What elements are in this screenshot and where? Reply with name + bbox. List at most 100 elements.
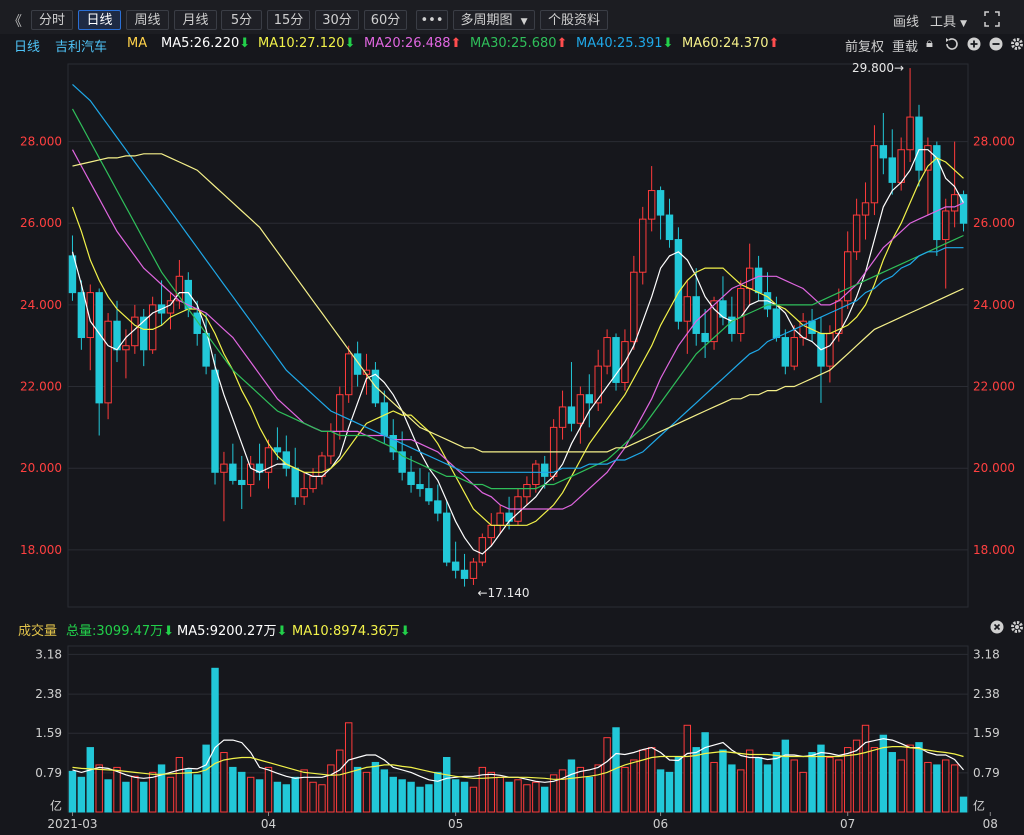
arrow-up-icon: ⬆ — [768, 36, 780, 51]
x-tick-label: 2021-03 — [47, 817, 97, 831]
more-button[interactable]: ••• — [416, 10, 448, 30]
volume-title: 成交量 — [18, 624, 58, 639]
lock-icon[interactable]: 🔒︎ — [926, 36, 933, 51]
tab-period-7[interactable]: 60分 — [364, 10, 407, 30]
candle-body — [754, 267, 763, 294]
tools-dropdown[interactable]: 工具 ▼ — [930, 11, 967, 30]
candle-body — [122, 345, 130, 351]
candle — [621, 329, 629, 391]
candle-body — [469, 561, 478, 579]
candle — [630, 255, 638, 350]
remove-circle-icon[interactable] — [989, 37, 1003, 51]
volume-bar — [184, 769, 193, 813]
candle — [327, 423, 335, 465]
candle — [558, 390, 567, 440]
candle-body — [140, 316, 148, 351]
candle — [113, 300, 121, 363]
y-tick-label-right: 1.59 — [973, 726, 1000, 740]
tab-period-0[interactable]: 分时 — [31, 10, 73, 30]
tab-period-5[interactable]: 15分 — [267, 10, 310, 30]
candle-body — [665, 214, 674, 241]
ma-legend-item: MA5:26.220⬇ — [161, 36, 250, 51]
volume-bar — [906, 744, 914, 813]
multi-period-dropdown[interactable]: 多周期图 ▼ — [453, 10, 535, 30]
volume-bar — [710, 761, 718, 813]
y-unit-label: 亿 — [50, 798, 62, 813]
candle-body — [683, 296, 692, 322]
volume-bar — [166, 776, 175, 813]
candle-body — [434, 500, 442, 514]
adjust-button[interactable]: 前复权 — [845, 36, 884, 55]
candle — [692, 268, 700, 346]
tab-period-4[interactable]: 5分 — [221, 10, 262, 30]
volume-bar — [942, 759, 950, 813]
volume-bar — [416, 786, 424, 813]
arrow-down-icon: ⬇ — [399, 624, 411, 639]
y-tick-label: 0.79 — [35, 766, 62, 780]
volume-chart[interactable]: 3.18 3.18 2.38 2.38 1.59 1.59 0.79 0.79 亿 亿 2021-0… — [0, 638, 1024, 835]
candle-body — [211, 369, 219, 473]
gear-icon[interactable] — [1010, 619, 1024, 635]
price-chart[interactable]: 28.000 28.000 26.000 26.000 24.000 24.000 22.0… — [0, 54, 1024, 614]
candle-body — [870, 145, 879, 204]
expand-icon[interactable] — [984, 11, 1000, 27]
candle-body — [523, 484, 531, 498]
candle — [95, 288, 103, 436]
candle — [906, 68, 914, 162]
volume-bar — [692, 747, 700, 813]
candle-body — [380, 402, 389, 437]
undo-icon[interactable] — [945, 37, 959, 51]
candle-body — [193, 312, 201, 334]
candle — [318, 451, 326, 485]
draw-line-button[interactable]: 画线 — [893, 11, 919, 30]
ma-legend-label: MA40:25.391 — [576, 36, 663, 51]
volume-bar — [193, 774, 201, 813]
stock-info-button[interactable]: 个股资料 — [540, 10, 608, 30]
tab-period-3[interactable]: 月线 — [174, 10, 217, 30]
tools-label: 工具 — [930, 15, 957, 30]
candle — [817, 317, 825, 403]
y-tick-label: 22.000 — [20, 380, 62, 394]
y-tick-label-right: 0.79 — [973, 766, 1000, 780]
double-chevron-left-icon[interactable]: 《 — [8, 11, 22, 31]
candle — [344, 345, 353, 403]
candle — [861, 182, 870, 240]
tab-period-2[interactable]: 周线 — [126, 10, 169, 30]
volume-bar — [719, 749, 727, 813]
ma-legend-label: MA60:24.370 — [682, 36, 769, 51]
arrow-down-icon: ⬇ — [239, 36, 251, 51]
indicator-name[interactable]: MA — [127, 36, 147, 51]
volume-bar — [665, 771, 674, 813]
candle-body — [950, 194, 959, 212]
volume-bar — [959, 796, 968, 813]
series-line-ma30 — [71, 108, 964, 490]
volume-bar — [300, 769, 308, 813]
volume-bar — [790, 759, 798, 813]
add-circle-icon[interactable] — [967, 37, 981, 51]
candle-body — [443, 512, 451, 563]
candle-body — [603, 337, 611, 367]
volume-bar — [826, 756, 834, 813]
gear-icon[interactable] — [1010, 36, 1024, 52]
volume-bar — [754, 756, 763, 813]
volume-bar — [229, 766, 237, 813]
volume-bar — [282, 784, 291, 813]
reload-button[interactable]: 重载 — [892, 36, 918, 55]
volume-bar — [380, 769, 389, 813]
volume-info-bar: 成交量 总量:3099.47万⬇ MA5:9200.27万⬇ MA10:8974… — [0, 618, 1024, 639]
candle-body — [318, 455, 326, 477]
candle — [104, 313, 112, 420]
candle-body — [808, 320, 816, 334]
candle — [140, 308, 148, 367]
tab-period-6[interactable]: 30分 — [315, 10, 359, 30]
tab-period-1[interactable]: 日线 — [78, 10, 121, 30]
close-circle-icon[interactable] — [990, 620, 1004, 634]
volume-ma10-label: MA10:8974.36万 — [292, 624, 400, 639]
candle-body — [291, 467, 299, 498]
candle — [728, 296, 736, 342]
ma-legend-item: MA10:27.120⬇ — [258, 36, 355, 51]
candle-body — [594, 365, 602, 404]
candle — [451, 541, 460, 579]
volume-bar — [238, 771, 246, 813]
y-tick-label: 24.000 — [20, 298, 62, 312]
